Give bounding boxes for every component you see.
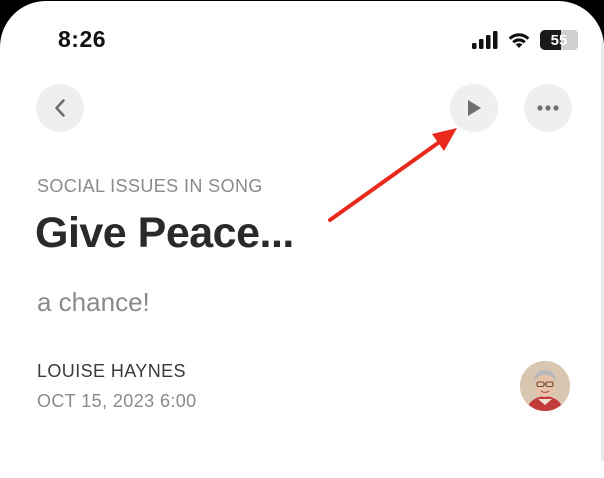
chevron-left-icon	[55, 99, 65, 117]
signal-icon	[472, 31, 498, 49]
screen: 8:26 55 SOCIAL ISSUES IN SONG Give Peace…	[0, 1, 604, 478]
avatar[interactable]	[520, 361, 570, 411]
battery-percent: 55	[550, 31, 568, 49]
device-frame: 8:26 55 SOCIAL ISSUES IN SONG Give Peace…	[0, 0, 604, 478]
play-button[interactable]	[450, 84, 498, 132]
post-subtitle: a chance!	[37, 287, 150, 317]
post-date: OCT 15, 2023 6:00	[37, 391, 197, 411]
play-icon	[468, 100, 481, 116]
ellipsis-icon	[537, 105, 559, 111]
more-button[interactable]	[524, 84, 572, 132]
post-title: Give Peace...	[35, 209, 294, 257]
post-author[interactable]: LOUISE HAYNES	[37, 361, 186, 382]
status-time: 8:26	[58, 26, 107, 52]
status-icons: 55	[472, 29, 578, 51]
back-button[interactable]	[36, 84, 84, 132]
wifi-icon	[508, 33, 530, 48]
battery-icon: 55	[540, 30, 578, 50]
post-category: SOCIAL ISSUES IN SONG	[37, 176, 263, 196]
avatar-photo	[520, 361, 570, 411]
